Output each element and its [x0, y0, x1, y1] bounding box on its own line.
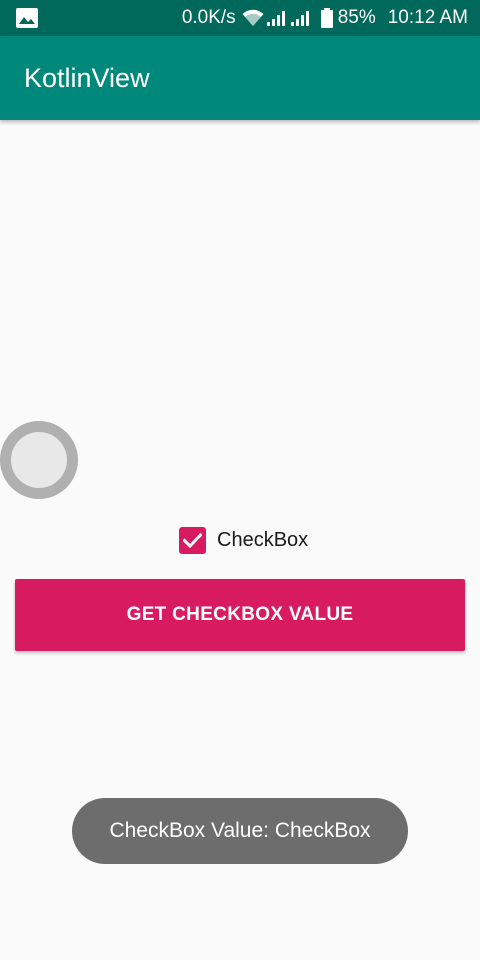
touch-indicator-center	[11, 432, 67, 488]
clock: 10:12 AM	[387, 7, 468, 28]
status-bar: 0.0K/s 85% 10:12 AM	[0, 0, 480, 36]
toast-message: CheckBox Value: CheckBox	[109, 819, 371, 842]
signal-icon	[266, 11, 285, 26]
checkbox-label: CheckBox	[217, 529, 309, 551]
app-title: KotlinView	[24, 63, 150, 93]
signal-icon	[290, 11, 309, 26]
battery-percent: 85%	[337, 7, 376, 28]
status-indicators: 0.0K/s 85% 10:12 AM	[182, 0, 468, 36]
battery-icon	[320, 8, 333, 28]
network-speed: 0.0K/s	[181, 7, 236, 28]
get-checkbox-value-button[interactable]: GET CHECKBOX VALUE	[15, 579, 465, 651]
check-icon	[183, 533, 202, 548]
app-bar: KotlinView	[0, 36, 480, 120]
checkbox-box[interactable]	[179, 527, 206, 554]
toast: CheckBox Value: CheckBox	[72, 798, 408, 864]
touch-indicator	[0, 421, 78, 499]
wifi-icon	[242, 9, 264, 26]
gallery-icon	[16, 8, 38, 28]
checkbox[interactable]: CheckBox	[179, 526, 308, 555]
